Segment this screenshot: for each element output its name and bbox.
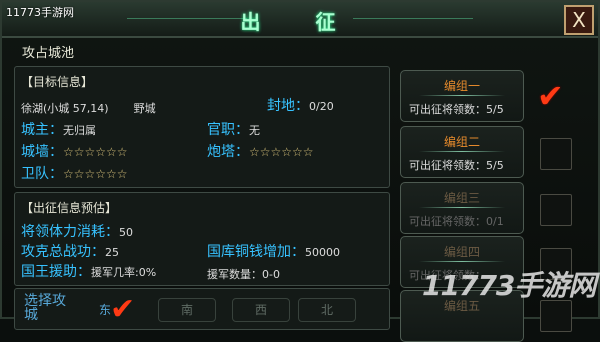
copper-value: 50000 <box>305 246 340 259</box>
copper-label: 国库铜钱增加： <box>207 244 305 260</box>
group-1-count: 可出征将领数：5/5 <box>409 103 504 116</box>
group-4-divider <box>419 261 505 262</box>
group-3-name: 编组三 <box>443 191 480 205</box>
group-2-checkbox[interactable] <box>540 138 572 170</box>
checkmark-icon: ✔ <box>537 77 564 115</box>
direction-check-icon: ✔ <box>110 292 136 327</box>
owner-label: 城主： <box>21 122 63 138</box>
tower-label: 炮塔： <box>207 144 249 160</box>
city-type: 野城 <box>133 102 156 115</box>
group-2-divider <box>419 151 505 152</box>
group-3-checkbox[interactable] <box>540 194 572 226</box>
city-name: 徐湖(小城 57,14) <box>21 102 109 115</box>
tower-stars: ☆☆☆☆☆☆ <box>249 145 314 159</box>
direction-west-button[interactable]: 西 <box>232 298 290 322</box>
aid-rate: 援军几率:0% <box>91 266 157 279</box>
fengdi-label: 封地： <box>267 98 309 114</box>
group-3-divider <box>419 207 505 208</box>
wall-stars: ☆☆☆☆☆☆ <box>63 145 128 159</box>
site-watermark: 11773手游网 <box>422 269 596 302</box>
group-2-button[interactable]: 编组二 可出征将领数：5/5 <box>400 126 524 178</box>
merit-label: 攻克总战功： <box>21 244 105 260</box>
group-2-count: 可出征将领数：5/5 <box>409 159 504 172</box>
expedition-window: 11773手游网 出 征 X 攻占城池 【目标信息】 徐湖(小城 57,14) … <box>0 0 600 342</box>
estimate-header: 【出征信息预估】 <box>21 201 118 215</box>
office-value: 无 <box>249 124 260 137</box>
target-info-header: 【目标信息】 <box>21 75 94 89</box>
group-2-name: 编组二 <box>443 135 480 149</box>
group-1-divider <box>419 95 505 96</box>
direction-label: 选择攻城 <box>24 293 66 323</box>
guard-stars: ☆☆☆☆☆☆ <box>63 167 128 181</box>
group-4-name: 编组四 <box>443 245 480 259</box>
aid-count: 援军数量：0-0 <box>207 268 280 281</box>
group-5-checkbox[interactable] <box>540 300 572 332</box>
group-1-checkbox[interactable]: ✔ <box>537 77 572 115</box>
section-title: 攻占城池 <box>22 46 75 61</box>
merit-value: 25 <box>105 246 119 259</box>
direction-south-button[interactable]: 南 <box>158 298 216 322</box>
office-label: 官职： <box>207 122 249 138</box>
guard-label: 卫队： <box>21 166 63 182</box>
target-info-panel: 【目标信息】 徐湖(小城 57,14) 野城 封地：0/20 城主：无归属 官职… <box>14 66 390 188</box>
title-flourish-right <box>353 18 473 19</box>
group-1-name: 编组一 <box>443 79 480 93</box>
aid-label: 国王援助： <box>21 264 91 280</box>
title-bar: 11773手游网 出 征 X <box>2 2 598 38</box>
group-1-button[interactable]: 编组一 可出征将领数：5/5 <box>400 70 524 122</box>
wall-label: 城墙： <box>21 144 63 160</box>
owner-value: 无归属 <box>63 124 96 137</box>
stamina-label: 将领体力消耗： <box>21 224 119 240</box>
group-3-button[interactable]: 编组三 可出征将领数：0/1 <box>400 182 524 234</box>
stamina-value: 50 <box>119 226 133 239</box>
close-button[interactable]: X <box>564 5 594 35</box>
estimate-panel: 【出征信息预估】 将领体力消耗：50 攻克总战功：25 国库铜钱增加：50000… <box>14 192 390 286</box>
group-3-count: 可出征将领数：0/1 <box>409 215 504 228</box>
window-title: 出 征 <box>240 10 360 34</box>
direction-north-button[interactable]: 北 <box>298 298 356 322</box>
fengdi-value: 0/20 <box>309 100 334 113</box>
